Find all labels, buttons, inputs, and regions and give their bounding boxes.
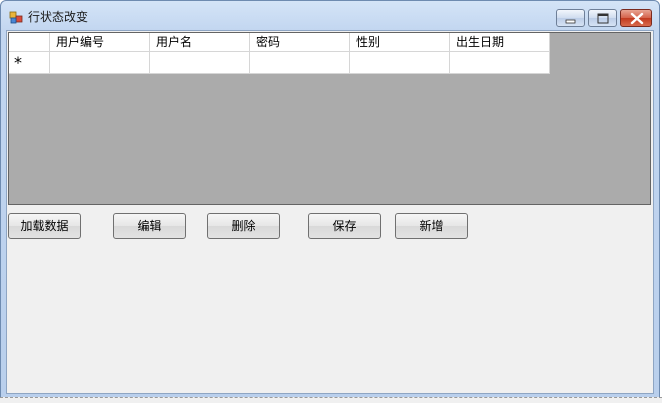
- cell-birth-date[interactable]: [450, 52, 550, 74]
- edit-button[interactable]: 编辑: [113, 213, 186, 239]
- close-icon: [630, 12, 644, 25]
- window-title: 行状态改变: [28, 10, 89, 24]
- minimize-button[interactable]: [556, 9, 585, 27]
- data-grid-view[interactable]: 用户编号 用户名 密码 性别 出生日期 *: [8, 32, 651, 205]
- app-icon: [9, 10, 23, 24]
- main-window: 行状态改变 用户编号 用户名 密码 性别 出生日期 * 加载数据 编辑 删除 保…: [0, 0, 660, 400]
- close-button[interactable]: [620, 9, 652, 27]
- designer-bottom-edge: [0, 397, 662, 403]
- column-header-password[interactable]: 密码: [250, 33, 350, 52]
- save-button[interactable]: 保存: [308, 213, 381, 239]
- grid-header-row: 用户编号 用户名 密码 性别 出生日期: [9, 33, 550, 52]
- grid-corner-cell[interactable]: [9, 33, 50, 52]
- delete-button[interactable]: 删除: [207, 213, 280, 239]
- maximize-button[interactable]: [588, 9, 617, 27]
- new-row-marker[interactable]: *: [9, 52, 50, 74]
- add-button[interactable]: 新增: [395, 213, 468, 239]
- column-header-username[interactable]: 用户名: [150, 33, 250, 52]
- column-header-user-id[interactable]: 用户编号: [50, 33, 150, 52]
- table-row-new[interactable]: *: [9, 52, 550, 74]
- title-bar[interactable]: 行状态改变: [1, 1, 659, 31]
- load-data-button[interactable]: 加载数据: [8, 213, 81, 239]
- form-client-area: 用户编号 用户名 密码 性别 出生日期 * 加载数据 编辑 删除 保存 新增: [6, 30, 654, 394]
- maximize-icon: [597, 13, 609, 24]
- cell-gender[interactable]: [350, 52, 450, 74]
- cell-username[interactable]: [150, 52, 250, 74]
- minimize-icon: [565, 19, 576, 24]
- cell-user-id[interactable]: [50, 52, 150, 74]
- cell-password[interactable]: [250, 52, 350, 74]
- column-header-gender[interactable]: 性别: [350, 33, 450, 52]
- column-header-birth-date[interactable]: 出生日期: [450, 33, 550, 52]
